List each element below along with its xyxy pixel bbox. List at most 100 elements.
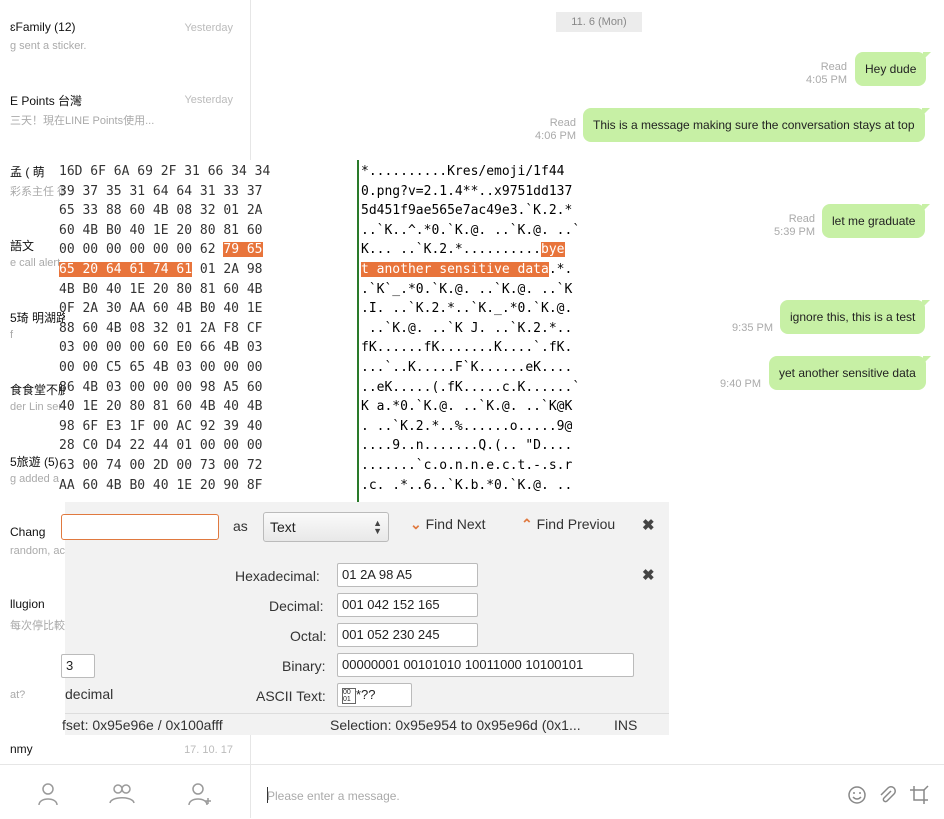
chat-name: 5旅遊 (5) <box>10 455 59 469</box>
chat-name: nmy <box>10 742 33 756</box>
message-bubble[interactable]: yet another sensitive data <box>769 356 931 390</box>
hex-row[interactable]: AA 60 4B B0 40 1E 20 90 8F <box>59 476 355 496</box>
hex-row[interactable]: 16D 6F 6A 69 2F 31 66 34 34 <box>59 162 355 182</box>
chevron-up-icon: ⌃ <box>521 516 533 532</box>
ascii-row[interactable]: .I. ..`K.2.*..`K._.*0.`K.@. <box>361 299 661 319</box>
message-bubble[interactable]: Hey dude <box>855 52 932 86</box>
octal-label: Octal: <box>290 628 327 644</box>
hex-row[interactable]: 65 20 64 61 74 61 01 2A 98 <box>59 260 355 280</box>
decimal-field[interactable]: 001 042 152 165 <box>337 593 478 617</box>
ascii-row[interactable]: 5d451f9ae565e7ac49e3.`K.2.* <box>361 201 661 221</box>
add-friend-icon[interactable] <box>186 779 214 807</box>
ascii-row[interactable]: ..eK.....(.fK.....c.K......` <box>361 378 661 398</box>
hex-row[interactable]: 40 1E 20 80 81 60 4B 40 4B <box>59 397 355 417</box>
hex-row[interactable]: 98 6F E3 1F 00 AC 92 39 40 <box>59 417 355 437</box>
ascii-row[interactable]: .......`c.o.n.n.e.c.t.-.s.r <box>361 456 661 476</box>
find-previous-button[interactable]: ⌃ Find Previou <box>521 516 625 533</box>
hexadecimal-label: Hexadecimal: <box>235 568 320 584</box>
search-type-select[interactable]: Text ▲ ▼ <box>263 512 389 542</box>
ascii-row[interactable]: K a.*0.`K.@. ..`K.@. ..`K@K <box>361 397 661 417</box>
hex-row[interactable]: 03 00 00 00 60 E0 66 4B 03 <box>59 338 355 358</box>
small-value-field[interactable]: 3 <box>61 654 95 678</box>
chat-preview: der Lin ser <box>10 401 62 413</box>
ascii-row[interactable]: .c. .*..6..`K.b.*0.`K.@. .. <box>361 476 661 496</box>
find-input[interactable] <box>61 514 219 540</box>
chat-name: Chang <box>10 525 46 539</box>
hex-row[interactable]: 0F 2A 30 AA 60 4B B0 40 1E <box>59 299 355 319</box>
find-next-button[interactable]: ⌄ Find Next <box>410 516 486 533</box>
emoji-icon[interactable] <box>847 785 867 805</box>
message-input-bar: Please enter a message. <box>251 764 944 819</box>
ascii-row[interactable]: fK......fK.......K....`.fK. <box>361 338 661 358</box>
ascii-text-value: *?? <box>356 687 376 702</box>
hex-row[interactable]: 4B B0 40 1E 20 80 81 60 4B <box>59 280 355 300</box>
chat-preview: e call alert <box>10 257 61 269</box>
message-meta: 9:35 PM <box>727 322 773 335</box>
endianness-label: decimal <box>65 686 114 702</box>
message-bubble[interactable]: ignore this, this is a test <box>780 300 931 334</box>
message-input[interactable]: Please enter a message. <box>267 789 400 803</box>
attachment-icon[interactable] <box>877 785 897 805</box>
hex-row[interactable]: 86 4B 03 00 00 00 98 A5 60 <box>59 378 355 398</box>
chat-time: 17. 10. 17 <box>184 744 233 756</box>
read-status: Read <box>788 213 815 225</box>
selection-status: Selection: 0x95e954 to 0x95e96d (0x1... <box>330 717 581 733</box>
find-bar: as Text ▲ ▼ ⌄ Find Next ⌃ Find Previou ✖ <box>61 502 669 550</box>
hex-row[interactable]: 00 00 C5 65 4B 03 00 00 00 <box>59 358 355 378</box>
ascii-row[interactable]: t another sensitive data.*. <box>361 260 661 280</box>
hex-row[interactable]: 63 00 74 00 2D 00 73 00 72 <box>59 456 355 476</box>
hex-row[interactable]: 60 4B B0 40 1E 20 80 81 60 <box>59 221 355 241</box>
chat-name: 語文 <box>10 239 35 253</box>
ascii-row[interactable]: ..`K..^.*0.`K.@. ..`K.@. ..` <box>361 221 661 241</box>
friends-icon[interactable] <box>34 779 62 807</box>
message-time: 5:39 PM <box>774 226 815 238</box>
hex-row[interactable]: 39 37 35 31 64 64 31 33 37 <box>59 182 355 202</box>
chevron-down-icon: ⌄ <box>410 516 422 532</box>
find-previous-label: Find Previou <box>536 516 616 532</box>
message-time: 4:05 PM <box>806 74 847 86</box>
ascii-row[interactable]: . ..`K.2.*..%......o.....9@ <box>361 417 661 437</box>
read-status: Read <box>820 61 847 73</box>
hex-row[interactable]: 00 00 00 00 00 00 62 79 65 <box>59 240 355 260</box>
chat-name: E Points 台灣 <box>10 94 83 108</box>
screenshot-crop-icon[interactable] <box>909 785 929 805</box>
message-time: 9:35 PM <box>732 322 773 334</box>
chat-name: ɛFamily (12) <box>10 20 76 34</box>
hex-row[interactable]: 28 C0 D4 22 44 01 00 00 00 <box>59 436 355 456</box>
hex-row[interactable]: 88 60 4B 08 32 01 2A F8 CF <box>59 319 355 339</box>
binary-label: Binary: <box>282 658 326 674</box>
offset-status: fset: 0x95e96e / 0x100afff <box>62 717 223 733</box>
chat-list-item[interactable]: E Points 台灣 三天！現在LINE Points使用... Yesterda… <box>0 92 250 164</box>
close-converter-icon[interactable]: ✖ <box>642 566 655 584</box>
ascii-row[interactable]: K... ..`K.2.*..........bye <box>361 240 661 260</box>
search-as-label: as <box>233 518 248 534</box>
hex-view[interactable]: 16D 6F 6A 69 2F 31 66 34 34 *..........Kr… <box>59 160 669 502</box>
ascii-row[interactable]: ...`..K.....F`K......eK.... <box>361 358 661 378</box>
octal-field[interactable]: 001 052 230 245 <box>337 623 478 647</box>
message-meta: Read 4:05 PM <box>801 61 847 87</box>
message-meta: Read 4:06 PM <box>528 117 576 143</box>
message-time: 9:40 PM <box>720 378 761 390</box>
hex-row[interactable]: 65 33 88 60 4B 08 32 01 2A <box>59 201 355 221</box>
message-bubble[interactable]: This is a message making sure the conver… <box>583 108 929 142</box>
message-meta: Read 5:39 PM <box>769 213 815 239</box>
ascii-text-field[interactable]: 00 01 *?? <box>337 683 412 707</box>
read-status: Read <box>549 117 576 129</box>
decimal-label: Decimal: <box>269 598 324 614</box>
close-find-icon[interactable]: ✖ <box>642 516 655 534</box>
ascii-row[interactable]: ....9..n.......Q.(.. "D.... <box>361 436 661 456</box>
message-bubble[interactable]: let me graduate <box>822 204 931 238</box>
hexadecimal-field[interactable]: 01 2A 98 A5 <box>337 563 478 587</box>
control-char-glyph-icon: 00 01 <box>342 687 356 704</box>
ascii-row[interactable]: *..........Kres/emoji/1f44 <box>361 162 661 182</box>
ascii-row[interactable]: .`K`_.*0.`K.@. ..`K.@. ..`K <box>361 280 661 300</box>
ascii-row[interactable]: 0.png?v=2.1.4**..x9751dd137 <box>361 182 661 202</box>
chat-time: Yesterday <box>184 94 233 106</box>
chat-list-item[interactable]: ɛFamily (12) g sent a sticker. Yesterday <box>0 20 250 92</box>
message-time: 4:06 PM <box>535 130 576 142</box>
groups-icon[interactable] <box>108 779 136 807</box>
ascii-row[interactable]: ..`K.@. ..`K J. ..`K.2.*.. <box>361 319 661 339</box>
message-meta: 9:40 PM <box>715 378 761 391</box>
binary-field[interactable]: 00000001 00101010 10011000 10100101 <box>337 653 634 677</box>
hex-ascii-divider <box>357 160 359 502</box>
